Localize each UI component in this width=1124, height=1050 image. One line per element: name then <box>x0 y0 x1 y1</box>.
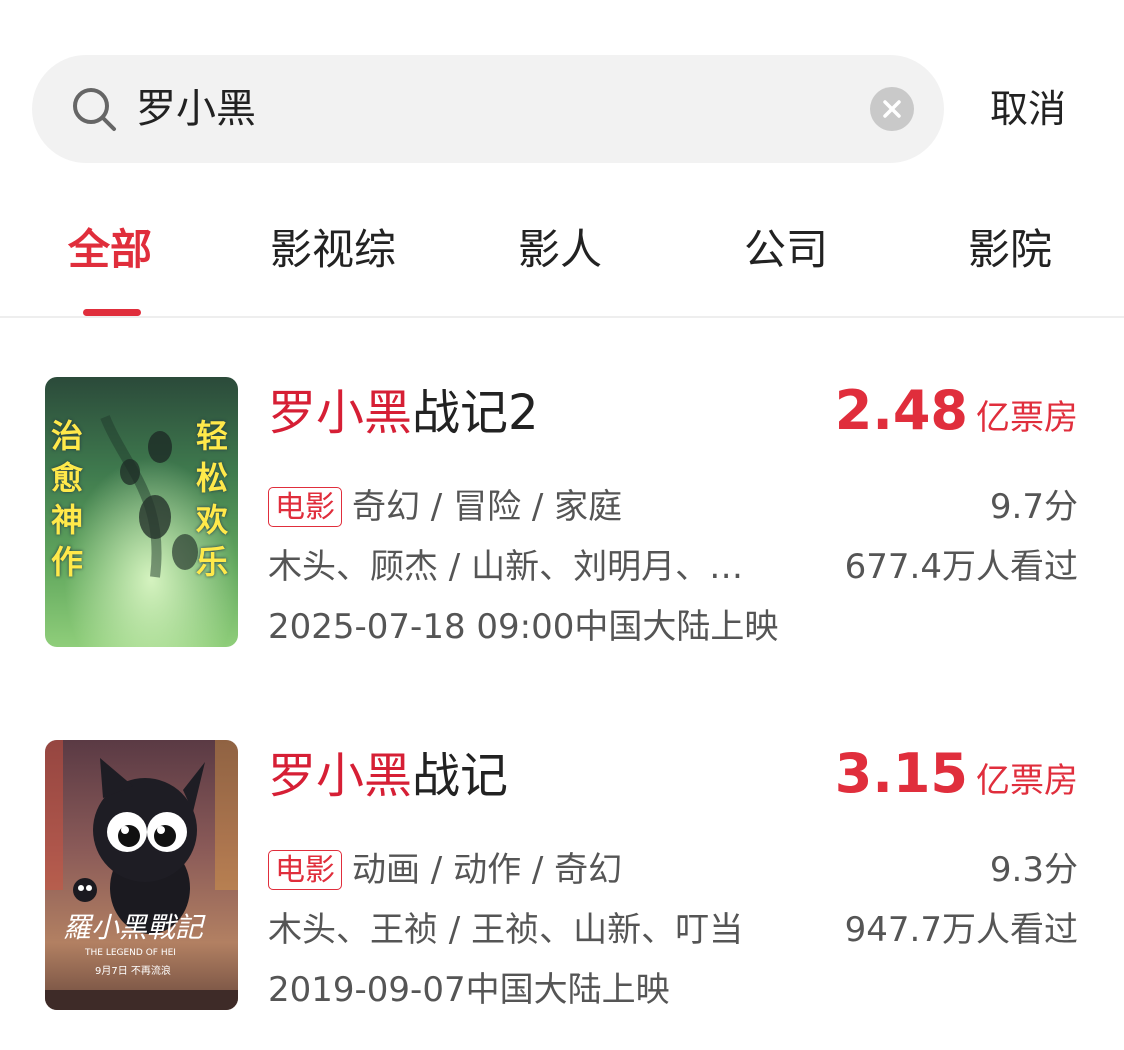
search-result-item[interactable]: 治愈神作 轻松欢乐 罗小黑战记2 2.48 亿票房 电影 奇幻 / 冒险 / 家庭… <box>0 377 1124 657</box>
search-bar[interactable]: 罗小黑 <box>32 55 944 163</box>
box-office-unit: 亿票房 <box>976 398 1078 438</box>
viewer-count: 947.7万人看过 <box>844 910 1078 950</box>
tab-film-tv-variety[interactable]: 影视综 <box>270 218 396 282</box>
type-badge: 电影 <box>268 850 342 890</box>
type-badge: 电影 <box>268 487 342 527</box>
tab-cinemas[interactable]: 影院 <box>968 218 1052 282</box>
tab-all[interactable]: 全部 <box>68 218 152 282</box>
viewer-count: 677.4万人看过 <box>844 547 1078 587</box>
box-office-value: 3.15 <box>834 742 968 805</box>
search-icon <box>73 88 116 131</box>
category-tabs: 全部 影视综 影人 公司 影院 <box>0 218 1124 318</box>
divider <box>0 316 1124 318</box>
movie-poster[interactable]: 治愈神作 轻松欢乐 <box>45 377 238 647</box>
poster-subtitle: THE LEGEND OF HEI <box>85 948 176 958</box>
credits: 木头、王祯 / 王祯、山新、叮当 <box>268 910 744 950</box>
movie-title: 罗小黑战记 <box>268 744 508 808</box>
rating-score: 9.3分 <box>989 850 1078 890</box>
box-office: 3.15 亿票房 <box>835 742 1078 806</box>
movie-poster[interactable]: 羅小黑戰記 THE LEGEND OF HEI 9月7日 不再流浪 <box>45 740 238 1010</box>
title-rest: 战记 <box>412 748 509 804</box>
poster-date: 9月7日 不再流浪 <box>95 966 171 977</box>
credits: 木头、顾杰 / 山新、刘明月、… <box>268 547 744 587</box>
genres: 动画 / 动作 / 奇幻 <box>352 850 623 890</box>
poster-tagline-right: 轻松欢乐 <box>196 417 229 581</box>
cancel-button[interactable]: 取消 <box>990 84 1066 134</box>
poster-logo-text: 羅小黑戰記 <box>63 911 204 944</box>
box-office: 2.48 亿票房 <box>835 379 1078 443</box>
genres: 奇幻 / 冒险 / 家庭 <box>352 487 623 527</box>
box-office-value: 2.48 <box>834 379 968 442</box>
box-office-unit: 亿票房 <box>976 761 1078 801</box>
release-info: 2025-07-18 09:00中国大陆上映 <box>268 607 779 647</box>
clear-search-button[interactable] <box>870 87 914 131</box>
poster-tagline-left: 治愈神作 <box>51 417 84 581</box>
rating-score: 9.7分 <box>989 487 1078 527</box>
close-icon <box>883 100 901 118</box>
title-highlight: 罗小黑 <box>268 748 413 804</box>
tab-people[interactable]: 影人 <box>518 218 602 282</box>
search-input[interactable]: 罗小黑 <box>136 83 256 135</box>
active-tab-indicator <box>83 309 141 316</box>
release-info: 2019-09-07中国大陆上映 <box>268 970 670 1010</box>
search-result-item[interactable]: 羅小黑戰記 THE LEGEND OF HEI 9月7日 不再流浪 罗小黑战记 … <box>0 740 1124 1020</box>
title-highlight: 罗小黑 <box>268 385 413 441</box>
movie-title: 罗小黑战记2 <box>268 381 539 445</box>
title-rest: 战记2 <box>412 385 539 441</box>
tab-companies[interactable]: 公司 <box>744 218 828 282</box>
